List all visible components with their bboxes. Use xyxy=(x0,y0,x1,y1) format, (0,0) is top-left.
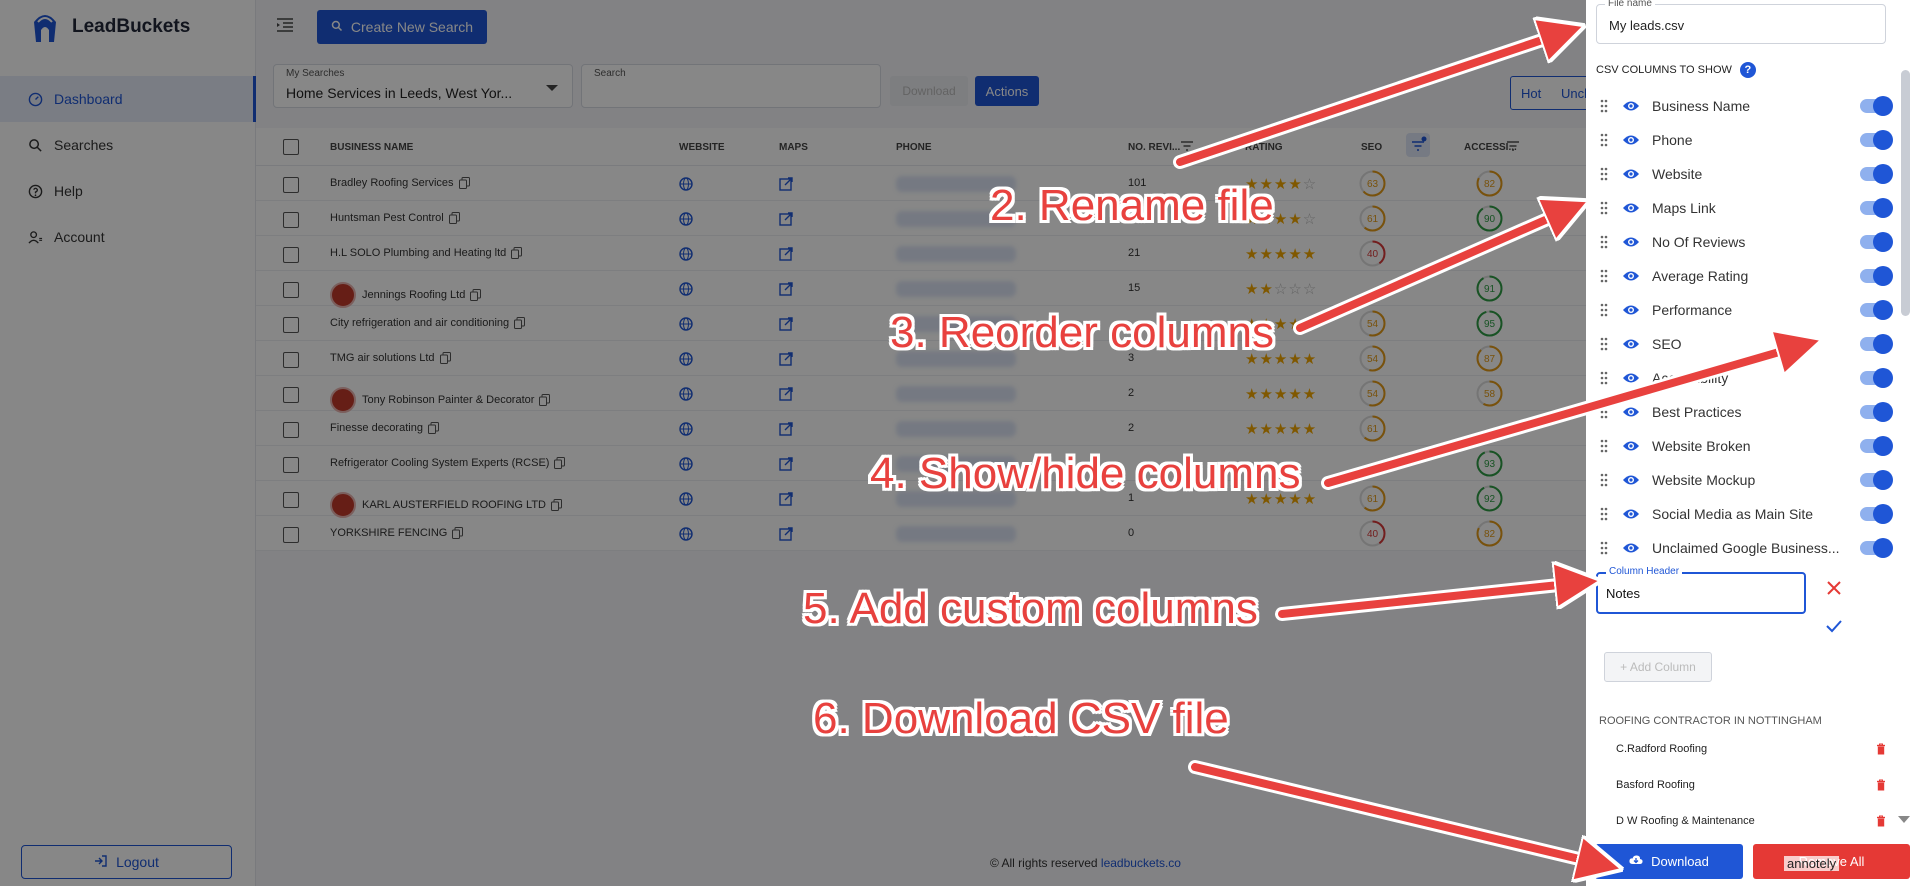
watermark: annotely xyxy=(1784,856,1840,871)
annotation-rename-file: 2. Rename file xyxy=(990,181,1274,230)
arrow-reorder xyxy=(1296,210,1568,332)
arrow-rename xyxy=(1176,33,1563,166)
annotation-show-hide-columns: 4. Show/hide columns xyxy=(870,449,1301,498)
annotation-add-custom-columns: 5. Add custom columns xyxy=(803,584,1258,633)
annotation-arrows xyxy=(1173,0,1917,886)
arrow-custom-columns xyxy=(1278,583,1578,618)
arrow-download xyxy=(1191,763,1600,864)
annotation-download-csv: 6. Download CSV file xyxy=(813,694,1229,743)
arrow-show-hide xyxy=(1324,346,1800,487)
annotation-reorder-columns: 3. Reorder columns xyxy=(890,308,1274,357)
